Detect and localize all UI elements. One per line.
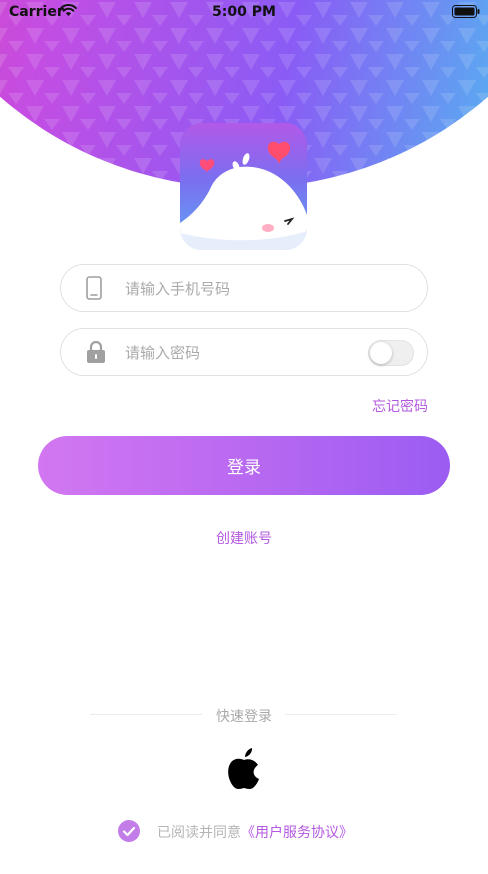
status-time: 5:00 PM	[212, 4, 276, 20]
agreement-checkbox[interactable]	[118, 820, 140, 842]
battery-icon	[452, 5, 480, 18]
password-input[interactable]	[123, 339, 357, 367]
app-logo	[180, 123, 307, 250]
quick-login-divider-right	[285, 714, 397, 715]
forgot-password-link[interactable]: 忘记密码	[330, 396, 428, 416]
agreement-text-wrapper: 已阅读并同意《用户服务协议》	[157, 822, 353, 842]
password-field[interactable]	[60, 328, 428, 376]
phone-input[interactable]	[123, 275, 357, 303]
lock-icon	[87, 340, 105, 363]
agreement-text: 已阅读并同意	[157, 825, 241, 841]
apple-login-button[interactable]	[224, 747, 264, 791]
apple-icon	[228, 748, 259, 789]
status-bar: Carrier 5:00 PM	[0, 0, 488, 26]
toggle-knob	[370, 342, 392, 364]
create-account-link[interactable]: 创建账号	[0, 528, 488, 548]
whale-logo-icon	[180, 141, 307, 250]
quick-login-label: 快速登录	[216, 709, 272, 725]
login-button[interactable]: 登录	[38, 436, 450, 495]
phone-field[interactable]	[60, 264, 428, 312]
user-agreement-link[interactable]: 《用户服务协议》	[241, 825, 353, 841]
phone-icon	[86, 276, 102, 300]
login-screen: Carrier 5:00 PM 请输入手机号码 忘记密码 登录 创建账号 快速登…	[0, 0, 488, 874]
show-password-toggle[interactable]	[368, 340, 414, 366]
checkmark-icon	[122, 826, 136, 837]
